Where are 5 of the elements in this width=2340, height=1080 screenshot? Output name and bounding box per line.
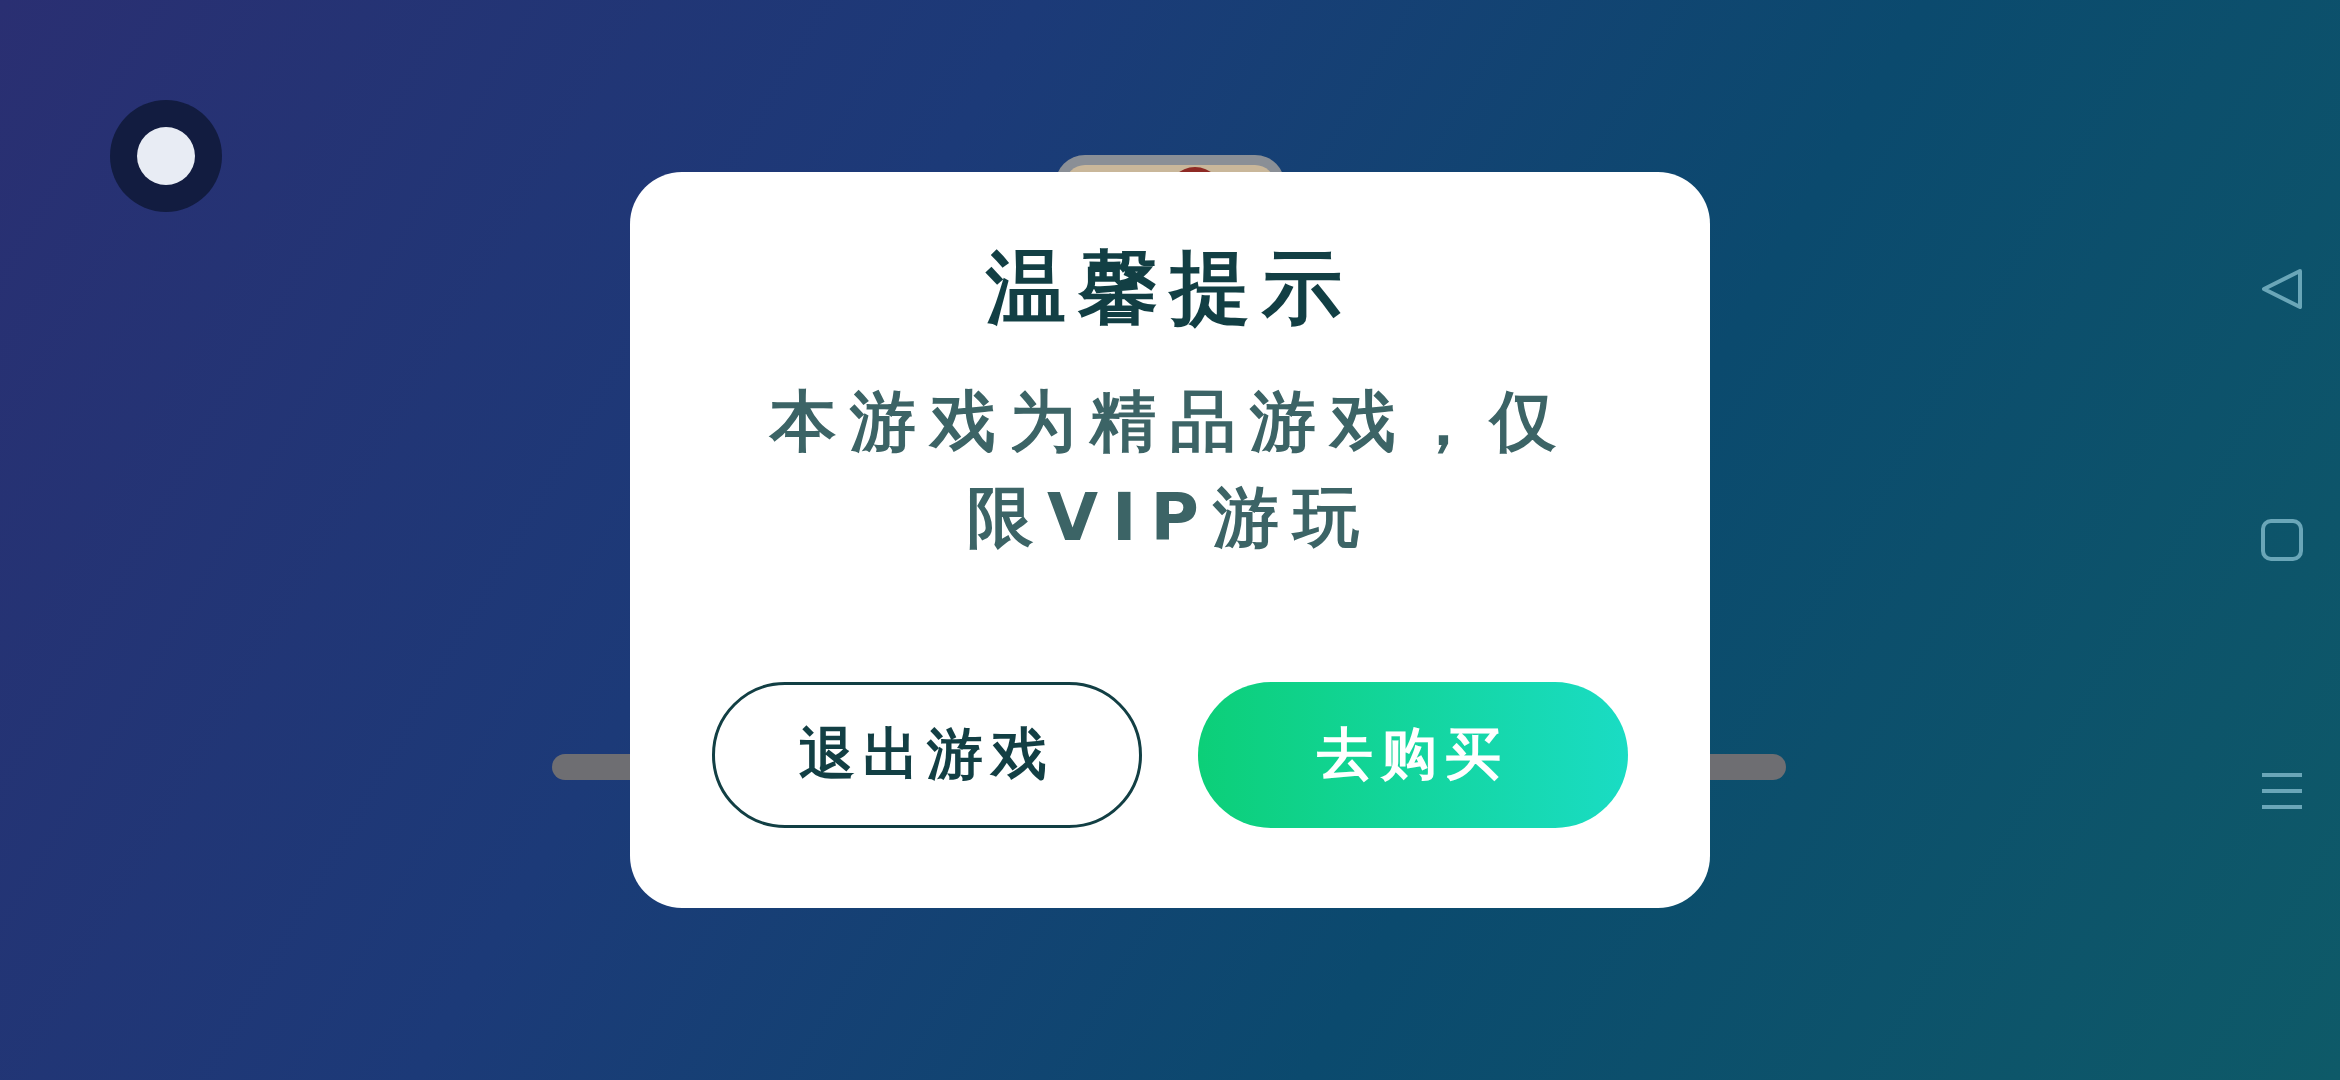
back-icon[interactable]: [2260, 267, 2304, 311]
exit-game-button[interactable]: 退出游戏: [712, 682, 1142, 828]
dialog-title: 温馨提示: [986, 242, 1354, 334]
dialog-message: 本游戏为精品游戏，仅限VIP游玩: [768, 382, 1571, 558]
home-icon[interactable]: [2260, 518, 2304, 562]
